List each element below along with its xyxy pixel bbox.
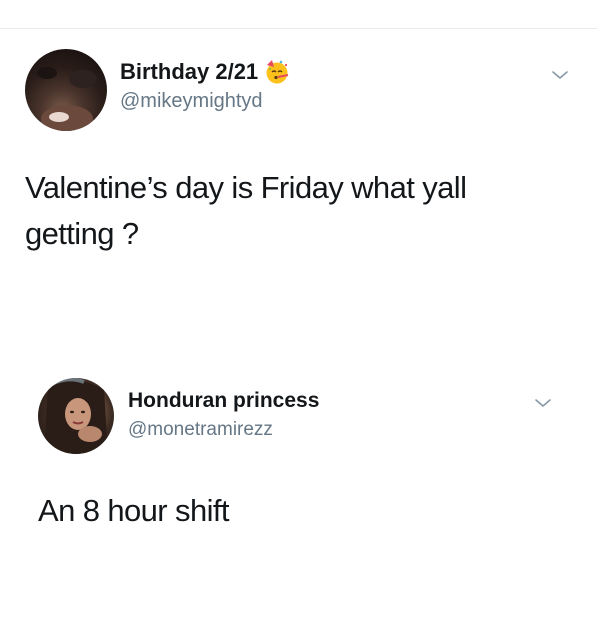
avatar-photo — [37, 67, 97, 131]
display-name-row[interactable]: Honduran princess — [128, 389, 319, 413]
avatar[interactable] — [25, 49, 107, 131]
partying-face-icon — [264, 59, 290, 85]
avatar[interactable] — [38, 378, 114, 454]
avatar-photo — [44, 378, 108, 454]
tweet[interactable]: Honduran princess @monetramirezz An 8 ho… — [0, 375, 597, 575]
display-name[interactable]: Birthday 2/21 — [120, 59, 258, 85]
handle[interactable]: @mikeymightyd — [120, 90, 263, 113]
tweet[interactable]: Birthday 2/21 @mikeymightyd Valentine’s … — [0, 45, 597, 305]
handle[interactable]: @monetramirezz — [128, 419, 273, 441]
chevron-down-icon[interactable] — [551, 69, 569, 81]
chevron-down-icon[interactable] — [534, 397, 552, 409]
tweet-text: Valentine’s day is Friday what yall gett… — [25, 170, 467, 251]
top-divider — [0, 28, 597, 29]
display-name-row[interactable]: Birthday 2/21 — [120, 59, 290, 85]
tweet-text: An 8 hour shift — [38, 493, 230, 528]
display-name[interactable]: Honduran princess — [128, 389, 319, 413]
